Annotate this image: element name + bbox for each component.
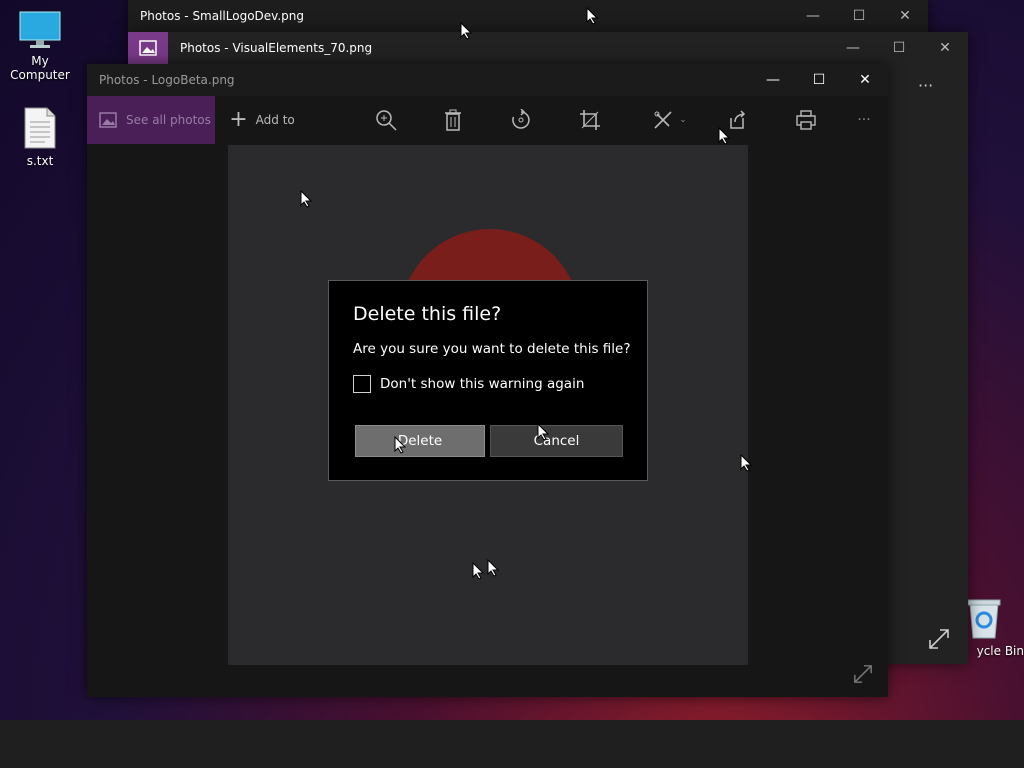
delete-toolbar-button[interactable]: [440, 104, 466, 136]
expand-icon: [929, 629, 949, 649]
cursor-icon: [460, 22, 472, 40]
cursor-icon: [487, 559, 499, 577]
minimize-button[interactable]: —: [830, 32, 876, 64]
minimize-icon: —: [806, 8, 820, 24]
cursor-icon: [740, 454, 752, 472]
edit-tools-icon: [654, 111, 672, 129]
photos-app-icon: [128, 32, 168, 64]
window-title: Photos - VisualElements_70.png: [180, 41, 373, 55]
recycle-bin-icon: [967, 599, 1001, 639]
close-button[interactable]: ✕: [842, 64, 888, 96]
close-button[interactable]: ✕: [922, 32, 968, 64]
edit-button[interactable]: ⌄: [650, 104, 690, 136]
photo-toolbar: See all photos + Add to ⌄ ···: [87, 96, 888, 144]
maximize-icon: ☐: [812, 72, 826, 88]
photo-icon: [99, 112, 117, 128]
minimize-button[interactable]: —: [790, 0, 836, 32]
trash-icon: [445, 109, 461, 131]
cursor-icon: [537, 423, 549, 441]
rotate-icon: [512, 109, 530, 129]
print-icon: [796, 110, 816, 130]
expand-icon: [854, 665, 872, 683]
cursor-icon: [718, 127, 730, 145]
desktop-icon-s-txt[interactable]: s.txt: [0, 106, 80, 168]
dont-show-again-checkbox[interactable]: Don't show this warning again: [353, 375, 584, 393]
taskbar: [0, 720, 1024, 768]
dialog-message: Are you sure you want to delete this fil…: [353, 341, 631, 357]
minimize-icon: —: [846, 40, 860, 56]
text-file-icon: [24, 107, 56, 149]
more-icon: ···: [918, 76, 934, 95]
fullscreen-button[interactable]: [853, 664, 873, 688]
maximize-button[interactable]: ☐: [796, 64, 842, 96]
desktop-icon-my-computer[interactable]: My Computer: [0, 10, 80, 82]
desktop-icon-label: My Computer: [10, 54, 70, 82]
maximize-icon: ☐: [852, 8, 866, 24]
close-icon: ✕: [939, 40, 951, 56]
print-button[interactable]: [793, 104, 819, 136]
add-to-label: Add to: [255, 113, 295, 127]
cursor-icon: [472, 562, 484, 580]
more-options-button[interactable]: ···: [851, 104, 877, 136]
dialog-title: Delete this file?: [353, 303, 502, 325]
crop-button[interactable]: [577, 104, 603, 136]
cursor-icon: [394, 436, 406, 454]
maximize-button[interactable]: ☐: [836, 0, 882, 32]
monitor-icon: [19, 11, 61, 48]
window-title: Photos - LogoBeta.png: [99, 73, 235, 87]
close-icon: ✕: [859, 72, 871, 88]
cursor-icon: [300, 190, 312, 208]
checkbox-label: Don't show this warning again: [380, 376, 585, 392]
see-all-photos-label: See all photos: [126, 113, 211, 127]
delete-button[interactable]: Delete: [355, 425, 485, 457]
close-icon: ✕: [899, 8, 911, 24]
chevron-down-icon: ⌄: [679, 115, 687, 125]
maximize-button[interactable]: ☐: [876, 32, 922, 64]
minimize-icon: —: [766, 72, 780, 88]
maximize-icon: ☐: [892, 40, 906, 56]
zoom-in-icon: [376, 110, 397, 131]
close-button[interactable]: ✕: [882, 0, 928, 32]
see-all-photos-button[interactable]: See all photos: [87, 96, 215, 144]
share-icon: [730, 110, 746, 129]
checkbox-box[interactable]: [353, 375, 371, 393]
delete-confirmation-dialog: Delete this file? Are you sure you want …: [328, 280, 648, 481]
desktop-icon-label: s.txt: [26, 154, 54, 168]
cursor-icon: [586, 7, 598, 25]
crop-icon: [580, 110, 600, 130]
add-to-button[interactable]: + Add to: [227, 104, 297, 136]
rotate-button[interactable]: [508, 104, 534, 136]
cancel-button[interactable]: Cancel: [490, 425, 623, 457]
window-title: Photos - SmallLogoDev.png: [140, 9, 304, 23]
plus-icon: +: [229, 107, 248, 132]
fullscreen-button[interactable]: [928, 628, 950, 654]
minimize-button[interactable]: —: [750, 64, 796, 96]
zoom-button[interactable]: [372, 104, 400, 136]
more-options-button[interactable]: ···: [918, 76, 958, 100]
more-icon: ···: [857, 112, 871, 128]
